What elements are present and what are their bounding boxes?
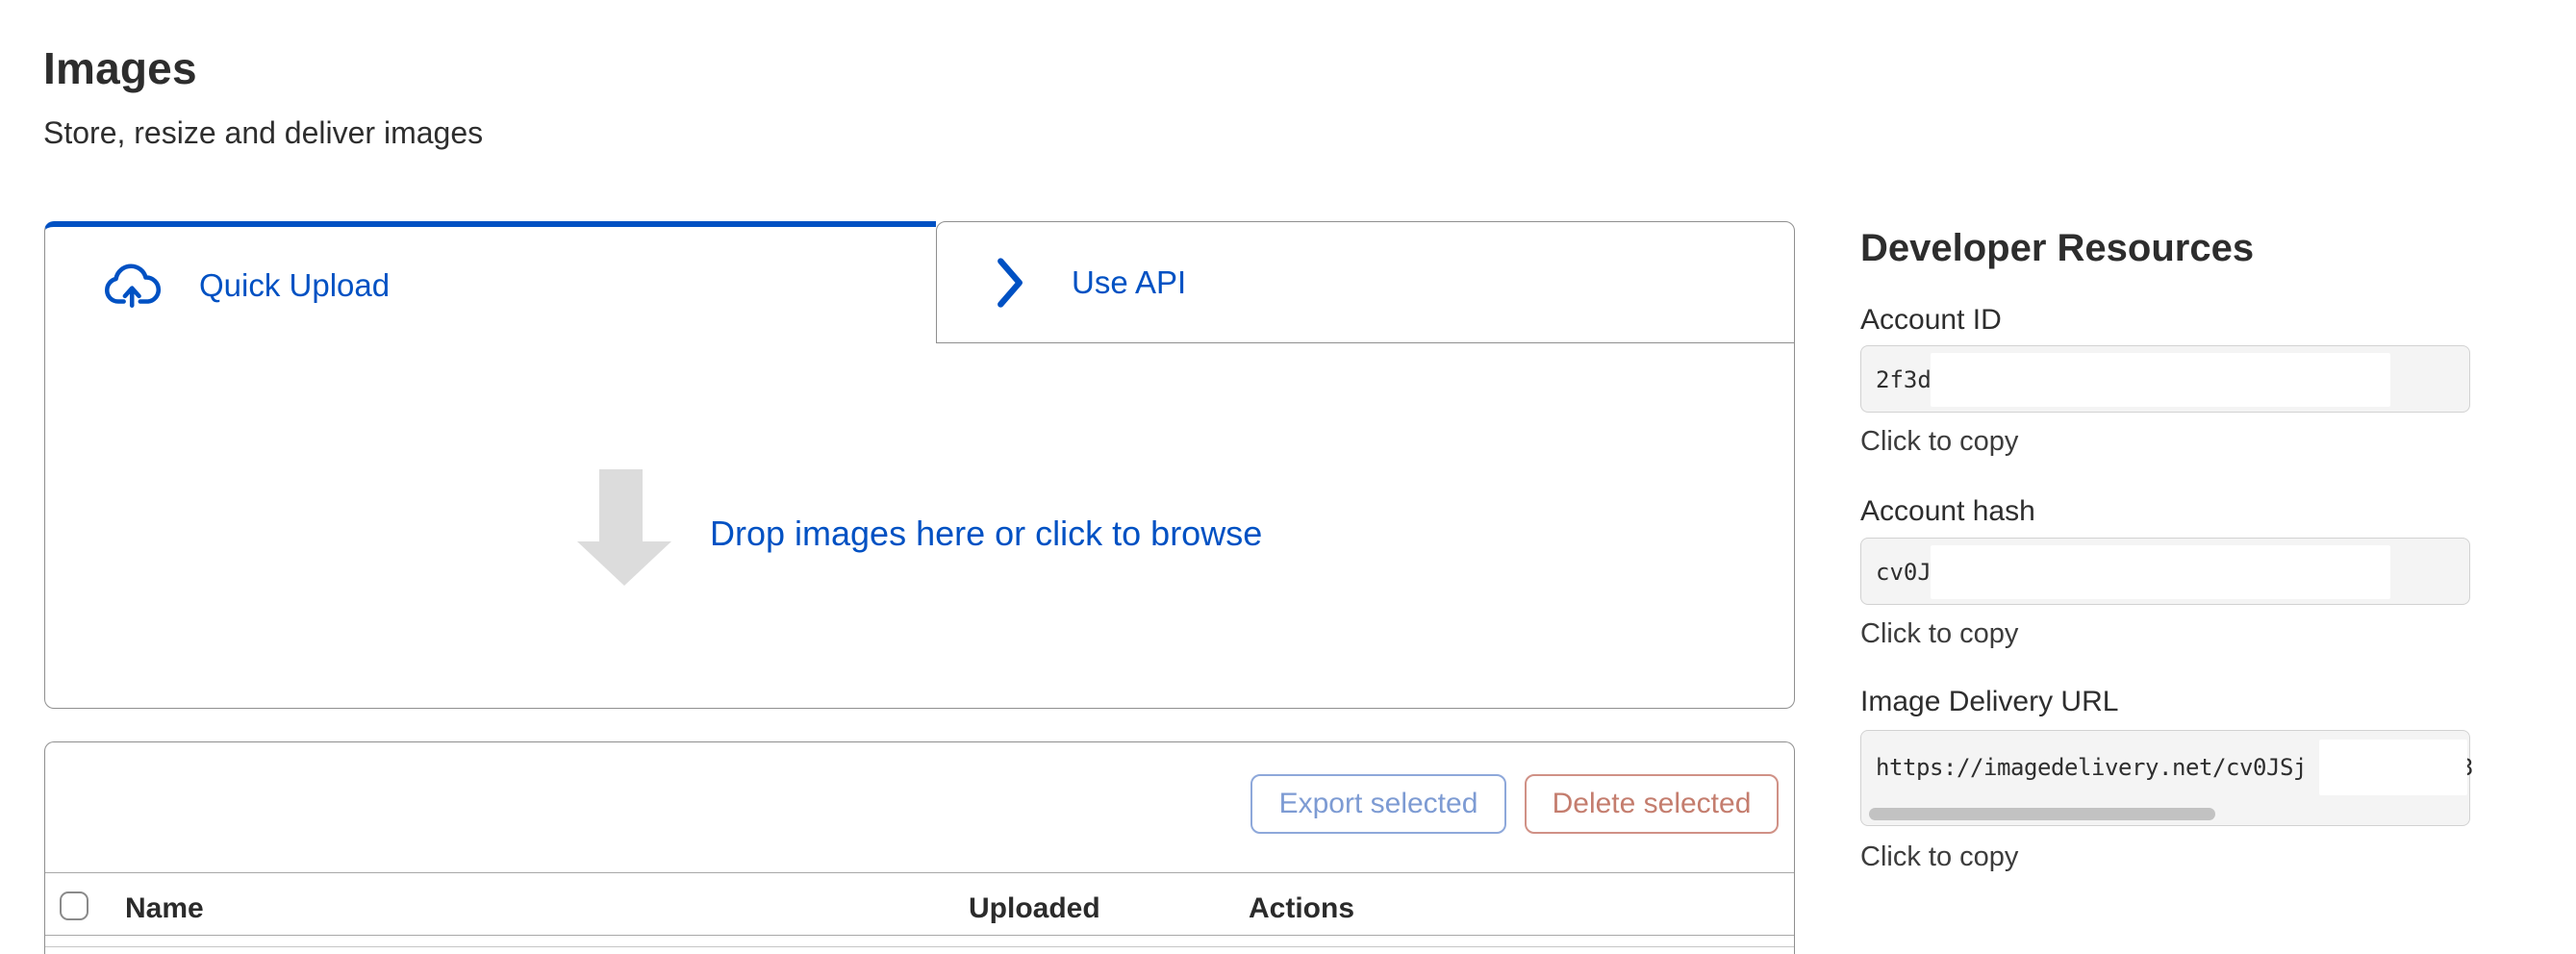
table-row-divider <box>45 946 1794 947</box>
developer-resources-title: Developer Resources <box>1860 227 2254 270</box>
account-hash-value: cv0J <box>1876 559 1932 586</box>
tab-use-api-label: Use API <box>1072 264 1186 301</box>
account-id-value: 2f3d <box>1876 366 1932 393</box>
account-id-copy-hint: Click to copy <box>1860 426 2018 458</box>
delete-selected-button[interactable]: Delete selected <box>1525 774 1779 834</box>
account-id-label: Account ID <box>1860 304 2002 337</box>
page-title: Images <box>43 42 197 94</box>
down-arrow-icon-head <box>577 541 671 586</box>
account-id-redaction <box>1931 353 2390 407</box>
account-id-field[interactable]: 2f3d <box>1860 345 2470 413</box>
image-delivery-url-copy-hint: Click to copy <box>1860 841 2018 873</box>
select-all-checkbox[interactable] <box>60 891 88 920</box>
page-subtitle: Store, resize and deliver images <box>43 115 483 151</box>
table-header-bottom-border <box>45 935 1794 936</box>
tab-quick-upload[interactable]: Quick Upload <box>44 221 936 343</box>
account-hash-field[interactable]: cv0J <box>1860 538 2470 605</box>
export-selected-button[interactable]: Export selected <box>1250 774 1506 834</box>
images-page: Images Store, resize and deliver images … <box>0 0 2576 954</box>
dropzone-label[interactable]: Drop images here or click to browse <box>710 514 1262 554</box>
delete-selected-label: Delete selected <box>1553 788 1752 820</box>
account-hash-redaction <box>1931 545 2390 599</box>
export-selected-label: Export selected <box>1279 788 1478 820</box>
column-header-name: Name <box>125 892 204 925</box>
column-header-uploaded: Uploaded <box>969 892 1100 925</box>
table-header-top-border <box>45 872 1794 873</box>
image-delivery-url-label: Image Delivery URL <box>1860 686 2118 718</box>
account-hash-label: Account hash <box>1860 495 2035 528</box>
chevron-right-icon <box>995 257 1025 309</box>
account-hash-copy-hint: Click to copy <box>1860 618 2018 650</box>
image-delivery-url-field[interactable]: https://imagedelivery.net/cv0JSj 3 <box>1860 730 2470 826</box>
cloud-upload-icon <box>105 263 164 309</box>
down-arrow-icon <box>599 469 643 542</box>
image-delivery-url-redaction <box>2319 740 2467 795</box>
column-header-actions: Actions <box>1249 892 1354 925</box>
horizontal-scrollbar-thumb[interactable] <box>1869 808 2215 820</box>
tab-quick-upload-label: Quick Upload <box>199 267 390 304</box>
tab-use-api[interactable]: Use API <box>936 221 1795 343</box>
image-delivery-url-value: https://imagedelivery.net/cv0JSj <box>1876 754 2307 781</box>
